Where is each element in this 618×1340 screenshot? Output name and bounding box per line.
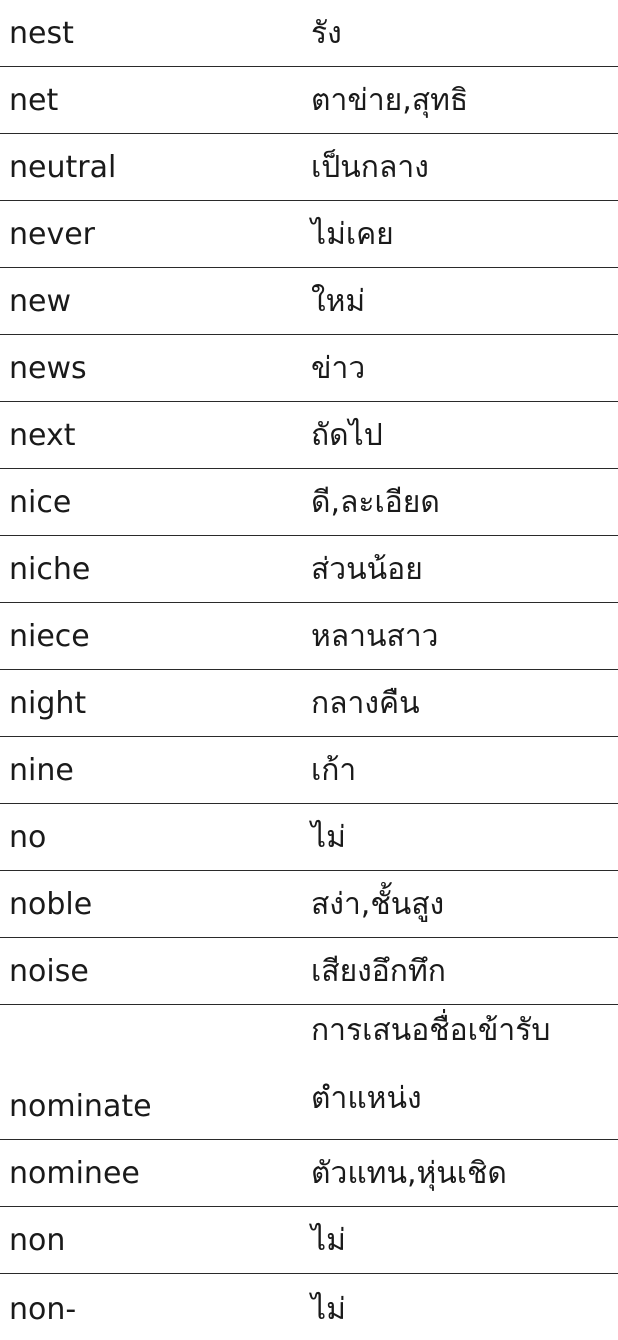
thai-meaning: เป็นกลาง: [311, 150, 429, 185]
thai-meaning: ตัวแทน,หุ่นเชิด: [311, 1156, 507, 1191]
english-word: new: [9, 284, 72, 319]
thai-meaning: สง่า,ชั้นสูง: [311, 887, 445, 922]
table-row: new ใหม่: [0, 268, 618, 335]
thai-meaning: ไม่: [311, 820, 346, 855]
english-word: nominate: [9, 1089, 152, 1124]
thai-meaning: ถัดไป: [311, 418, 383, 453]
table-row: nice ดี,ละเอียด: [0, 469, 618, 536]
table-row: nine เก้า: [0, 737, 618, 804]
thai-meaning: การเสนอชื่อเข้ารับตำแหน่ง: [311, 1013, 551, 1116]
table-row: nominee ตัวแทน,หุ่นเชิด: [0, 1140, 618, 1207]
english-word: night: [9, 686, 87, 721]
table-row: news ข่าว: [0, 335, 618, 402]
table-row: nest รัง: [0, 0, 618, 67]
english-word: no: [9, 820, 47, 855]
table-row: nominate การเสนอชื่อเข้ารับตำแหน่ง: [0, 1005, 618, 1140]
english-word: niece: [9, 619, 90, 654]
english-word: next: [9, 418, 76, 453]
english-word: nine: [9, 753, 74, 788]
table-row: non- ไม่: [0, 1274, 618, 1334]
english-word: non: [9, 1223, 66, 1258]
thai-meaning: ข่าว: [311, 351, 366, 386]
table-row: night กลางคืน: [0, 670, 618, 737]
table-row: no ไม่: [0, 804, 618, 871]
table-row: next ถัดไป: [0, 402, 618, 469]
english-word: noise: [9, 954, 89, 989]
english-word: never: [9, 217, 96, 252]
thai-meaning: ไม่: [311, 1292, 346, 1327]
english-word: nest: [9, 16, 74, 51]
thai-meaning: กลางคืน: [311, 686, 420, 721]
table-row: noise เสียงอึกทึก: [0, 938, 618, 1005]
thai-meaning: ดี,ละเอียด: [311, 485, 440, 520]
thai-meaning: ไม่เคย: [311, 217, 394, 252]
table-row: noble สง่า,ชั้นสูง: [0, 871, 618, 938]
thai-meaning: รัง: [311, 16, 342, 51]
table-row: niche ส่วนน้อย: [0, 536, 618, 603]
thai-meaning: เสียงอึกทึก: [311, 954, 446, 989]
english-word: non-: [9, 1292, 77, 1327]
thai-meaning: ใหม่: [311, 284, 366, 319]
table-row: never ไม่เคย: [0, 201, 618, 268]
english-word: nice: [9, 485, 72, 520]
thai-meaning: ตาข่าย,สุทธิ: [311, 83, 469, 118]
table-row: niece หลานสาว: [0, 603, 618, 670]
english-word: noble: [9, 887, 93, 922]
thai-meaning: ไม่: [311, 1223, 346, 1258]
english-word: nominee: [9, 1156, 140, 1191]
table-row: neutral เป็นกลาง: [0, 134, 618, 201]
thai-meaning: หลานสาว: [311, 619, 439, 654]
thai-meaning: เก้า: [311, 753, 357, 788]
table-row: net ตาข่าย,สุทธิ: [0, 67, 618, 134]
vocabulary-table: nest รัง net ตาข่าย,สุทธิ neutral เป็นกล…: [0, 0, 618, 1334]
thai-meaning: ส่วนน้อย: [311, 552, 423, 587]
english-word: niche: [9, 552, 91, 587]
english-word: neutral: [9, 150, 117, 185]
english-word: net: [9, 83, 59, 118]
english-word: news: [9, 351, 87, 386]
table-row: non ไม่: [0, 1207, 618, 1274]
